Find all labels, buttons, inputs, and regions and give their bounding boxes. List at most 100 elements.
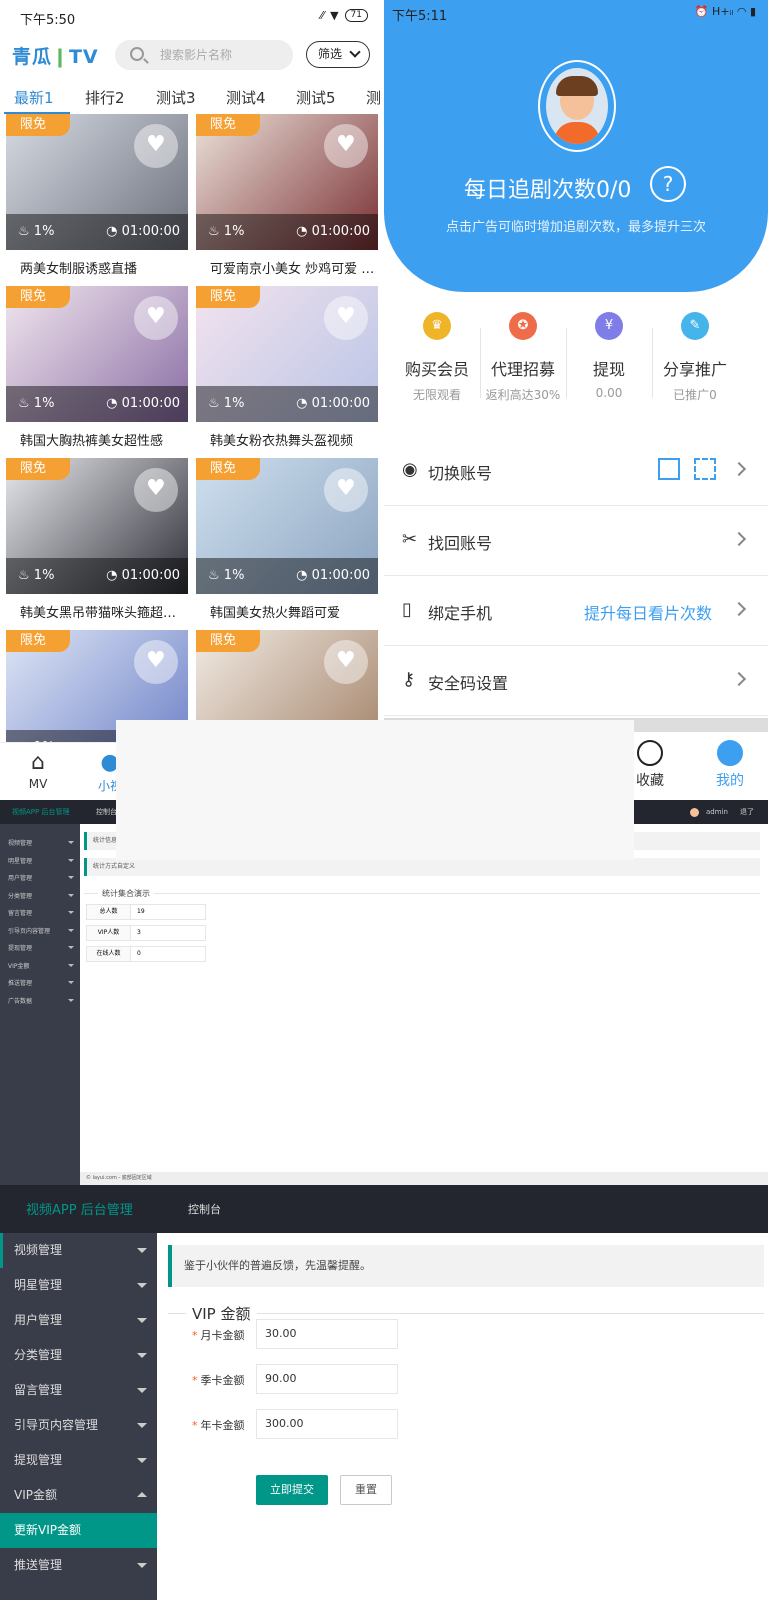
video-thumbnail[interactable]: 限免 ♥ ♨ 1% ◔ 01:00:00 [6, 114, 188, 250]
monthly-amount-input[interactable]: 30.00 [256, 1319, 398, 1349]
chevron-down-icon [137, 1388, 147, 1398]
tab-latest[interactable]: 最新1 [14, 87, 54, 108]
video-card[interactable]: 限免 ♥ ♨ 1% ◔ 01:00:00 韩国美女热火舞蹈可爱 [196, 458, 378, 621]
feature-item[interactable]: ¥ 提现 0.00 [566, 312, 652, 400]
scan-icon[interactable] [694, 458, 716, 480]
filter-button[interactable]: 筛选 [306, 41, 370, 68]
security-code-row[interactable]: ⚷ 安全码设置 [384, 646, 768, 716]
sidebar-item[interactable]: 引导页内容管理 [8, 926, 76, 935]
sidebar-item[interactable]: 提现管理 [8, 943, 76, 952]
quarterly-label: * 季卡金额 [192, 1374, 245, 1387]
help-button[interactable]: ? [650, 166, 686, 202]
sidebar-item[interactable]: 视频管理 [0, 1233, 157, 1268]
sidebar-item[interactable]: 留言管理 [8, 908, 76, 917]
video-thumbnail[interactable]: 限免 ♥ ♨ 1% ◔ 01:00:00 [196, 114, 378, 250]
sidebar-item[interactable]: 推送管理 [8, 978, 76, 987]
video-card[interactable]: 限免 ♥ ♨ 1% ◔ 01:00:00 韩美女粉衣热舞头盔视频 [196, 286, 378, 449]
tab-test6[interactable]: 测 [366, 87, 381, 108]
avatar[interactable] [538, 60, 616, 152]
sidebar-item[interactable]: 提现管理 [0, 1443, 157, 1478]
view-percent: ♨ 1% [208, 214, 244, 250]
divider [480, 328, 481, 398]
video-card[interactable]: 限免 ♥ ♨ 1% ◔ 01:00:00 两美女制服诱惑直播 [6, 114, 188, 277]
sidebar-item-label: 分类管理 [14, 1348, 63, 1362]
feature-item[interactable]: ✪ 代理招募 返利高达30% [480, 312, 566, 403]
quarterly-amount-input[interactable]: 90.00 [256, 1364, 398, 1394]
clock-icon: ◔ [296, 396, 312, 411]
percent-value: 1% [223, 224, 245, 239]
avatar-body [554, 122, 600, 144]
feature-item[interactable]: ♛ 购买会员 无限观看 [394, 312, 480, 403]
admin-nav-console[interactable]: 控制台 [188, 1201, 221, 1217]
sidebar-item[interactable]: 更新VIP金额 [0, 1513, 157, 1548]
video-title[interactable]: 两美女制服诱惑直播 [6, 258, 186, 277]
favorite-button[interactable]: ♥ [134, 296, 178, 340]
video-title[interactable]: 韩美女粉衣热舞头盔视频 [196, 430, 376, 449]
key-icon: ⚷ [402, 669, 416, 690]
compass-icon [637, 740, 663, 766]
search-input[interactable]: 搜索影片名称 [115, 40, 293, 70]
yearly-amount-input[interactable]: 300.00 [256, 1409, 398, 1439]
sidebar-item[interactable]: 用户管理 [8, 873, 76, 882]
favorite-button[interactable]: ♥ [134, 124, 178, 168]
heart-icon: ♥ [336, 132, 356, 157]
submit-button[interactable]: 立即提交 [256, 1475, 328, 1505]
tab-test3[interactable]: 测试3 [156, 87, 196, 108]
duration-value: 01:00:00 [121, 224, 180, 239]
percent-value: 1% [33, 224, 55, 239]
tab-test5[interactable]: 测试5 [296, 87, 336, 108]
signal-icon: ⁄⁄ [320, 9, 325, 22]
stat-value: 19 [137, 908, 145, 915]
admin-nav-console[interactable]: 控制台 [96, 800, 117, 824]
recover-account-row[interactable]: ✂ 找回账号 [384, 506, 768, 576]
sidebar-item[interactable]: 用户管理 [0, 1303, 157, 1338]
favorite-button[interactable]: ♥ [324, 124, 368, 168]
admin-logout[interactable]: 退了 [740, 800, 754, 824]
sidebar-item[interactable]: 明星管理 [8, 856, 76, 865]
video-card[interactable]: 限免 ♥ ♨ 1% ◔ 01:00:00 韩国大胸热裤美女超性感 [6, 286, 188, 449]
feature-icon: ✎ [681, 312, 709, 340]
nav-mv[interactable]: ⌂ MV [8, 749, 68, 791]
switch-account-row[interactable]: ◉ 切换账号 [384, 436, 768, 506]
sidebar-item[interactable]: 留言管理 [0, 1373, 157, 1408]
sidebar-item[interactable]: VIP金额 [0, 1478, 157, 1513]
qr-code-icon[interactable] [658, 458, 680, 480]
sidebar-item[interactable]: 广告数据 [8, 996, 76, 1005]
video-title[interactable]: 韩美女黑吊带猫咪头箍超性感 [6, 602, 186, 621]
status-icons: ⏰ H+ᵢₗ ◠ ▮ [694, 5, 756, 18]
video-title[interactable]: 韩国大胸热裤美女超性感 [6, 430, 186, 449]
favorite-button[interactable]: ♥ [324, 468, 368, 512]
video-card[interactable]: 限免 ♥ ♨ 1% ◔ 01:00:00 可爱南京小美女 炒鸡可爱 一位值得... [196, 114, 378, 277]
favorite-button[interactable]: ♥ [324, 296, 368, 340]
sidebar-item[interactable]: VIP金额 [8, 961, 76, 970]
sidebar-item[interactable]: 分类管理 [8, 891, 76, 900]
admin-user[interactable]: admin [706, 800, 728, 824]
reset-button[interactable]: 重置 [340, 1475, 392, 1505]
sidebar-item[interactable]: 明星管理 [0, 1268, 157, 1303]
heart-icon: ♥ [336, 304, 356, 329]
chevron-down-icon [349, 46, 361, 58]
feature-item[interactable]: ✎ 分享推广 已推广0 [652, 312, 738, 403]
favorite-button[interactable]: ♥ [134, 640, 178, 684]
video-title[interactable]: 韩国美女热火舞蹈可爱 [196, 602, 376, 621]
fire-icon: ♨ [208, 224, 224, 239]
video-thumbnail[interactable]: 限免 ♥ ♨ 1% ◔ 01:00:00 [6, 286, 188, 422]
sidebar-item[interactable]: 视频管理 [8, 838, 76, 847]
free-badge: 限免 [196, 458, 260, 480]
bind-phone-row[interactable]: ▯ 绑定手机 提升每日看片次数 [384, 576, 768, 646]
tab-test4[interactable]: 测试4 [226, 87, 266, 108]
sidebar-item[interactable]: 分类管理 [0, 1338, 157, 1373]
video-card[interactable]: 限免 ♥ ♨ 1% ◔ 01:00:00 韩美女黑吊带猫咪头箍超性感 [6, 458, 188, 621]
favorite-button[interactable]: ♥ [324, 640, 368, 684]
sidebar-item[interactable]: 推送管理 [0, 1548, 157, 1583]
video-thumbnail[interactable]: 限免 ♥ ♨ 1% ◔ 01:00:00 [6, 458, 188, 594]
nav-mine[interactable]: 我的 [700, 740, 760, 790]
sidebar-item[interactable]: 引导页内容管理 [0, 1408, 157, 1443]
video-thumbnail[interactable]: 限免 ♥ ♨ 1% ◔ 01:00:00 [196, 286, 378, 422]
favorite-button[interactable]: ♥ [134, 468, 178, 512]
video-thumbnail[interactable]: 限免 ♥ ♨ 1% ◔ 01:00:00 [196, 458, 378, 594]
tab-rank[interactable]: 排行2 [85, 87, 125, 108]
video-title[interactable]: 可爱南京小美女 炒鸡可爱 一位值得... [196, 258, 376, 277]
stat-value: 0 [137, 950, 141, 957]
view-percent: ♨ 1% [18, 214, 54, 250]
